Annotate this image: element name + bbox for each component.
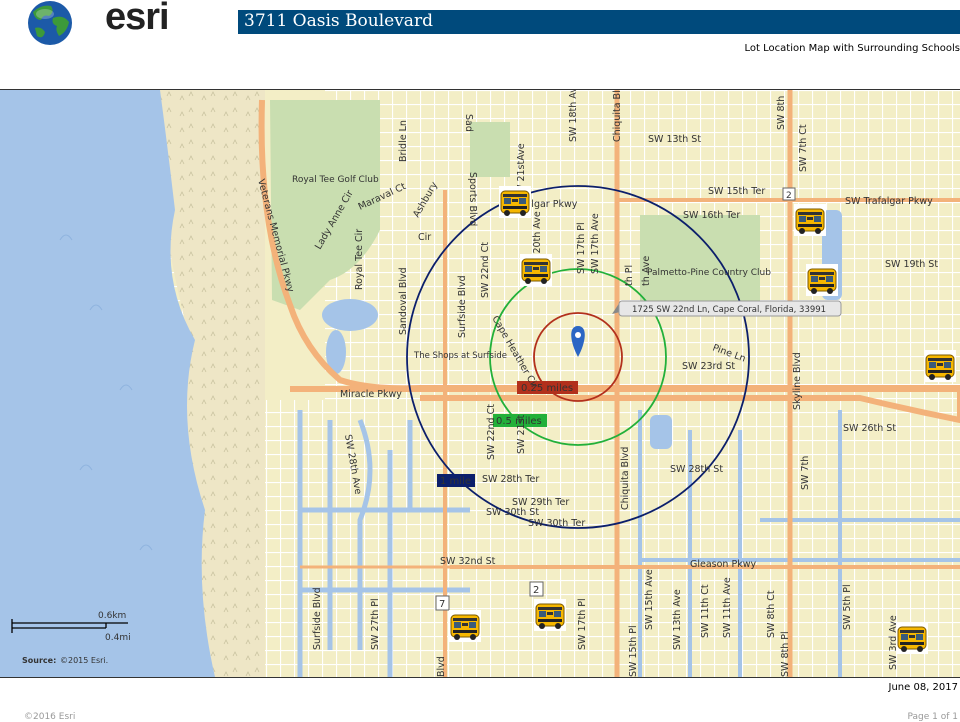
school-bus-icon[interactable] <box>806 264 838 296</box>
school-bus-icon[interactable] <box>896 622 928 654</box>
street-label: SW 28th St <box>670 464 723 475</box>
svg-text:0.6km: 0.6km <box>98 611 126 621</box>
street-label: SW 30th St <box>486 507 539 518</box>
svg-text:0.4mi: 0.4mi <box>105 633 131 643</box>
street-label: SW 15th Ave <box>644 569 655 630</box>
street-label: SW 21st <box>516 415 527 454</box>
label-one-mile: 1 mile <box>437 474 475 487</box>
street-label: SW 13th Ave <box>672 589 683 650</box>
street-label: SW Trafalgar Pkwy <box>845 196 933 207</box>
street-label: SW 11th Ct <box>700 584 711 638</box>
street-label: Sandoval Blvd <box>398 267 409 335</box>
street-label: Cir <box>418 232 431 243</box>
school-bus-icon[interactable] <box>534 599 566 631</box>
street-label: Bridle Ln <box>398 120 409 162</box>
svg-text:2: 2 <box>786 191 792 201</box>
street-label: SW 17th Pl <box>577 598 588 650</box>
logo-text: esri <box>105 0 170 38</box>
school-bus-icon[interactable] <box>924 350 956 382</box>
report-date: June 08, 2017 <box>888 682 959 693</box>
street-label: SW 8th Pl <box>780 631 791 677</box>
map-subtitle: Lot Location Map with Surrounding School… <box>744 43 960 54</box>
route-shield: 2 <box>529 581 544 597</box>
map-frame[interactable]: 0.25 miles 0.5 miles 1 mile 1725 SW 22nd… <box>0 89 960 678</box>
street-label: SW 17th Ave <box>590 213 601 274</box>
street-label: Royal Tee Cir <box>354 229 365 290</box>
school-bus-icon[interactable] <box>449 610 481 642</box>
street-label: SW 7th Ct <box>798 124 809 172</box>
street-label: SW 8th Ct <box>766 590 777 638</box>
street-label: SW 15th Ter <box>708 186 765 197</box>
street-label: SW 26th St <box>843 423 896 434</box>
street-label: SW 13th St <box>648 134 701 145</box>
svg-text:1 mile: 1 mile <box>440 476 471 487</box>
street-label: Sad <box>463 114 474 132</box>
street-label: SW 28th Ter <box>482 474 539 485</box>
school-bus-icon[interactable] <box>520 254 552 286</box>
street-label: SW 22nd Ct <box>486 404 497 460</box>
street-label: SW 27th Pl <box>370 598 381 650</box>
street-label: Miracle Pkwy <box>340 389 402 400</box>
place-label-shops: The Shops at Surfside <box>413 351 507 361</box>
place-label-country-club: Palmetto-Pine Country Club <box>647 268 771 278</box>
street-label: SW 19th St <box>885 259 938 270</box>
street-label: SW 8th <box>776 96 787 130</box>
street-label: SW 5th Pl <box>842 584 853 630</box>
street-label: SW 16th Ter <box>683 210 740 221</box>
street-label: SW 30th Ter <box>528 518 585 529</box>
street-label: SW 17th Pl <box>576 222 587 274</box>
source-credit: Source: ©2015 Esri. <box>22 656 108 665</box>
street-label: Chiquita Blvd <box>612 90 623 142</box>
street-label: Chiquita Blvd <box>620 447 631 510</box>
street-label: SW 11th Ave <box>722 577 733 638</box>
svg-text:Source:: Source: <box>22 656 56 665</box>
address-callout[interactable]: 1725 SW 22nd Ln, Cape Coral, Florida, 33… <box>612 300 842 317</box>
street-label: Gleason Pkwy <box>690 559 756 570</box>
route-shield: 2 <box>782 187 796 201</box>
svg-text:1725 SW 22nd Ln, Cape Coral, F: 1725 SW 22nd Ln, Cape Coral, Florida, 33… <box>632 305 826 315</box>
street-label: SW 15th Pl <box>628 625 639 677</box>
street-label: Surfside Blvd <box>312 587 323 650</box>
page-number: Page 1 of 1 <box>907 712 959 722</box>
street-label: SW 23rd St <box>682 361 735 372</box>
street-label: Surfside Blvd <box>457 275 468 338</box>
svg-text:7: 7 <box>439 599 445 610</box>
globe-icon <box>28 1 72 45</box>
country-club <box>640 215 760 305</box>
route-shield: 7 <box>435 595 450 611</box>
map-canvas[interactable]: 0.25 miles 0.5 miles 1 mile 1725 SW 22nd… <box>0 90 960 677</box>
street-label: th Pl <box>624 265 635 286</box>
footer-copyright: ©2016 Esri <box>24 712 76 722</box>
svg-text:2: 2 <box>533 585 539 596</box>
esri-logo: esri <box>25 0 175 46</box>
street-label: Sports Blvd <box>467 172 478 226</box>
street-label: SW 18th Ave <box>568 90 579 142</box>
place-label-golf-club: Royal Tee Golf Club <box>292 175 379 185</box>
street-label: SW 32nd St <box>440 556 496 567</box>
school-bus-icon[interactable] <box>794 204 826 236</box>
svg-text:©2015 Esri.: ©2015 Esri. <box>60 656 108 665</box>
title-bar: 3711 Oasis Boulevard <box>238 10 960 34</box>
page-title: 3711 Oasis Boulevard <box>244 11 433 31</box>
street-label: Blvd <box>436 656 447 677</box>
school-bus-icon[interactable] <box>499 186 531 218</box>
street-label: SW 22nd Ct <box>480 242 491 298</box>
street-label: SW 7th <box>800 456 811 490</box>
street-label: Skyline Blvd <box>792 352 803 410</box>
